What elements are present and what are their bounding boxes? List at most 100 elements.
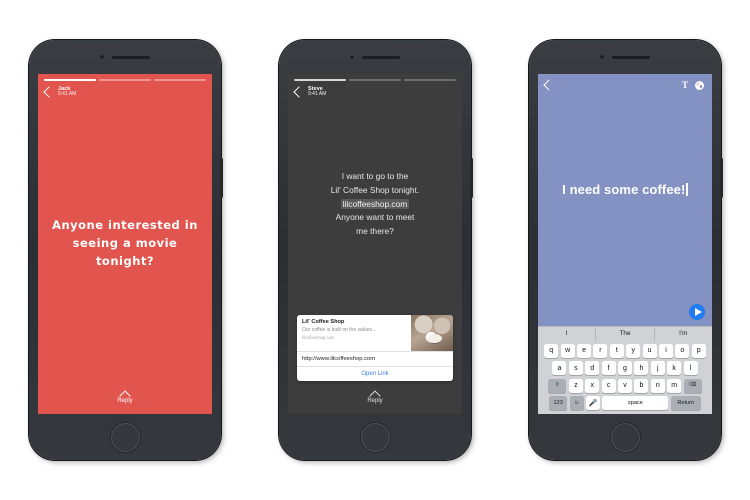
key-h[interactable]: h: [634, 361, 649, 375]
key-a[interactable]: a: [552, 361, 567, 375]
predictive-text-bar: I The I'm: [538, 325, 712, 341]
link-preview-card[interactable]: Lil' Coffee Shop Our coffee is built on …: [297, 315, 453, 381]
compose-header: T: [538, 74, 712, 91]
story-content-area: I want to go to the Lil' Coffee Shop ton…: [288, 98, 462, 315]
key-y[interactable]: y: [626, 343, 641, 358]
screenshot-stage: Jack 9:41 AM Anyone interested in seeing…: [0, 0, 750, 500]
prediction-2[interactable]: The: [595, 326, 653, 341]
phone-2-top-bezel: [279, 40, 471, 74]
phone-2-bottom-bezel: [279, 414, 471, 460]
key-f[interactable]: f: [601, 361, 616, 375]
keyboard-row-3: ⇧ z x c v b n m ⌫: [540, 378, 710, 393]
phone-device-1: Jack 9:41 AM Anyone interested in seeing…: [29, 40, 223, 460]
story-view-dark: Steve 9:41 AM I want to go to the Lil' C…: [288, 74, 462, 414]
story-message-text: Anyone interested in seeing a movie toni…: [52, 218, 198, 268]
phone-2-screen: Steve 9:41 AM I want to go to the Lil' C…: [288, 74, 462, 414]
key-q[interactable]: q: [544, 343, 559, 358]
front-camera-icon: [600, 55, 604, 59]
link-preview-wrapper: Lil' Coffee Shop Our coffee is built on …: [288, 315, 462, 381]
key-k[interactable]: k: [667, 361, 682, 375]
phone-1-screen: Jack 9:41 AM Anyone interested in seeing…: [38, 74, 212, 414]
home-button[interactable]: [110, 422, 140, 452]
story-view-red: Jack 9:41 AM Anyone interested in seeing…: [38, 74, 212, 414]
inline-link[interactable]: lilcoffeeshop.com: [340, 198, 410, 209]
compose-tools: T: [682, 80, 704, 90]
phone-3-top-bezel: [529, 40, 721, 74]
reply-button[interactable]: Reply: [38, 390, 212, 414]
key-w[interactable]: w: [560, 343, 575, 358]
key-d[interactable]: d: [585, 361, 600, 375]
compose-draft-text: I need some coffee!: [562, 181, 686, 197]
prediction-1[interactable]: I: [538, 327, 595, 341]
story-author: Jack 9:41 AM: [58, 86, 76, 98]
phone-device-3: T I need some coffee! I The I'm q w e r …: [529, 40, 723, 460]
prediction-3[interactable]: I'm: [653, 326, 712, 341]
key-l[interactable]: l: [683, 361, 698, 375]
earpiece-speaker: [112, 55, 150, 59]
story-progress-bar: [288, 74, 462, 81]
compose-canvas[interactable]: I need some coffee!: [538, 90, 712, 304]
send-paper-plane-icon: [694, 307, 702, 316]
coffee-cup-image: [411, 315, 453, 351]
back-chevron-icon[interactable]: [43, 86, 55, 98]
key-t[interactable]: t: [609, 343, 624, 358]
key-m[interactable]: m: [667, 378, 682, 393]
space-key[interactable]: space: [602, 396, 669, 410]
story-content-area: Anyone interested in seeing a movie toni…: [38, 98, 212, 390]
caret-up-icon: [370, 390, 381, 396]
keyboard-row-2: a s d f g h j k l: [540, 361, 710, 375]
compose-text-wrapper: I need some coffee!: [562, 181, 688, 199]
onscreen-keyboard: q w e r t y u i o p a s d f g h j k l ⇧ …: [538, 340, 712, 414]
key-g[interactable]: g: [618, 361, 632, 375]
dictation-mic-key[interactable]: 🎤: [586, 396, 600, 410]
message-line-2: Lil' Coffee Shop tonight.: [330, 185, 420, 196]
link-card-text: Lil' Coffee Shop Our coffee is built on …: [297, 315, 411, 351]
text-tool-icon[interactable]: T: [682, 80, 688, 90]
home-button[interactable]: [610, 422, 640, 452]
return-key[interactable]: Return: [670, 396, 701, 410]
story-author: Steve 9:41 AM: [308, 86, 326, 98]
earpiece-speaker: [362, 55, 400, 59]
message-line-4: me there?: [356, 225, 394, 236]
earpiece-speaker: [612, 55, 650, 59]
emoji-key[interactable]: ☺: [569, 396, 584, 410]
backspace-key[interactable]: ⌫: [683, 378, 702, 393]
key-u[interactable]: u: [642, 343, 657, 358]
key-e[interactable]: e: [577, 343, 592, 358]
send-row: [538, 303, 712, 326]
key-s[interactable]: s: [568, 361, 583, 375]
key-n[interactable]: n: [650, 378, 665, 393]
front-camera-icon: [100, 55, 104, 59]
home-button[interactable]: [360, 422, 390, 452]
phone-device-2: Steve 9:41 AM I want to go to the Lil' C…: [279, 40, 473, 460]
key-o[interactable]: o: [675, 343, 690, 358]
back-chevron-icon[interactable]: [293, 86, 305, 98]
story-header: Jack 9:41 AM: [38, 81, 212, 98]
message-line-1: I want to go to the: [341, 171, 409, 182]
back-chevron-icon[interactable]: [543, 79, 555, 91]
phone-1-top-bezel: [29, 40, 221, 74]
phone-3-screen: T I need some coffee! I The I'm q w e r …: [538, 74, 712, 414]
key-p[interactable]: p: [691, 343, 706, 358]
open-link-button[interactable]: Open Link: [297, 366, 453, 381]
key-x[interactable]: x: [585, 378, 600, 393]
text-cursor: [686, 182, 688, 196]
front-camera-icon: [350, 55, 354, 59]
reply-button[interactable]: Reply: [288, 381, 462, 414]
key-i[interactable]: i: [658, 343, 673, 358]
key-c[interactable]: c: [601, 378, 616, 393]
key-z[interactable]: z: [568, 378, 583, 393]
key-b[interactable]: b: [634, 378, 649, 393]
phone-3-bottom-bezel: [529, 414, 721, 460]
key-v[interactable]: v: [618, 378, 632, 393]
send-button[interactable]: [689, 303, 705, 320]
story-message-text: I want to go to the Lil' Coffee Shop ton…: [319, 170, 432, 238]
numbers-key[interactable]: 123: [549, 396, 568, 410]
shift-key[interactable]: ⇧: [548, 378, 567, 393]
compose-view: T I need some coffee! I The I'm q w e r …: [538, 74, 712, 414]
message-link-line: lilcoffeeshop.com: [331, 198, 420, 212]
key-j[interactable]: j: [650, 361, 665, 375]
key-r[interactable]: r: [593, 343, 608, 358]
color-palette-icon[interactable]: [695, 80, 704, 90]
message-line-3: Anyone want to meet: [335, 212, 415, 223]
